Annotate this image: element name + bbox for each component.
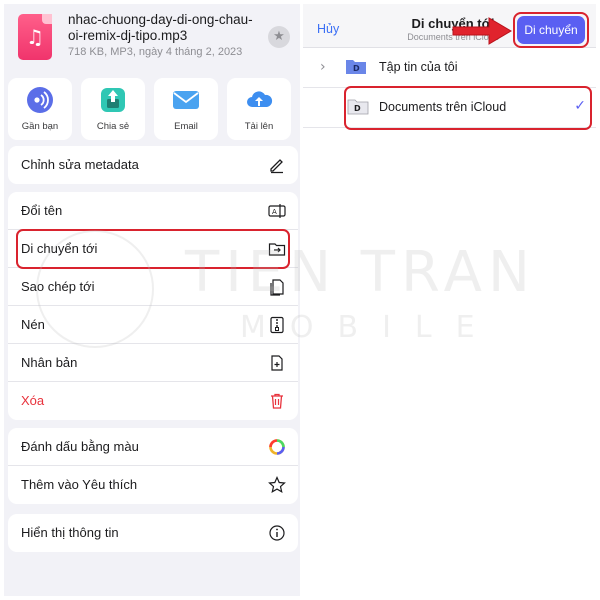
file-header: ♫ nhac-chuong-day-di-ong-chau-oi-remix-d… <box>4 4 300 74</box>
tag-group: Đánh dấu bằng màu Thêm vào Yêu thích <box>8 428 298 504</box>
mail-icon <box>173 91 199 109</box>
folder-my-files-label: Tập tin của tôi <box>379 60 458 74</box>
archive-icon <box>270 316 284 334</box>
menu-delete[interactable]: Xóa <box>8 382 298 420</box>
menu-edit-metadata-label: Chỉnh sửa metadata <box>21 157 139 172</box>
action-share-label: Chia sẻ <box>96 121 130 132</box>
action-email-label: Email <box>174 121 198 132</box>
file-name: nhac-chuong-day-di-ong-chau-oi-remix-dj-… <box>68 12 253 43</box>
star-outline-icon <box>268 476 286 494</box>
file-actions-sheet: ♫ nhac-chuong-day-di-ong-chau-oi-remix-d… <box>4 4 300 596</box>
rename-icon: A <box>268 204 286 218</box>
menu-duplicate-label: Nhân bản <box>21 355 78 370</box>
menu-add-favorite-label: Thêm vào Yêu thích <box>21 477 138 492</box>
icloud-folder-highlight <box>344 86 592 130</box>
share-icon <box>101 88 125 112</box>
action-upload-label: Tải lên <box>244 121 274 132</box>
action-upload[interactable]: Tải lên <box>227 78 291 140</box>
menu-edit-metadata[interactable]: Chỉnh sửa metadata <box>8 146 298 184</box>
svg-text:D: D <box>353 64 360 73</box>
music-file-icon: ♫ <box>18 14 52 60</box>
folder-icon: D <box>346 60 366 74</box>
folder-row-my-files[interactable]: › D Tập tin của tôi <box>303 48 596 88</box>
svg-text:A: A <box>272 208 277 216</box>
menu-show-info-label: Hiển thị thông tin <box>21 525 119 540</box>
favorite-star-icon[interactable]: ★ <box>268 26 290 48</box>
action-airdrop[interactable]: Gần bạn <box>8 78 72 140</box>
copy-icon <box>270 279 284 296</box>
trash-icon <box>271 393 283 409</box>
move-to-navbar: Hủy Di chuyển tới Documents trên iCloud … <box>303 4 596 48</box>
info-icon <box>269 525 285 541</box>
chevron-right-icon[interactable]: › <box>320 59 326 75</box>
action-email[interactable]: Email <box>154 78 218 140</box>
cancel-button[interactable]: Hủy <box>317 22 339 36</box>
menu-rename[interactable]: Đổi tên A <box>8 192 298 230</box>
cloud-upload-icon <box>247 91 273 107</box>
pencil-icon <box>270 159 283 174</box>
action-share[interactable]: Chia sẻ <box>81 78 145 140</box>
duplicate-icon <box>271 355 283 371</box>
action-airdrop-label: Gần bạn <box>21 121 59 132</box>
quick-actions: Gần bạn Chia sẻ Email Tải lên <box>8 78 298 140</box>
menu-show-info[interactable]: Hiển thị thông tin <box>8 514 298 552</box>
menu-compress-label: Nén <box>21 317 45 332</box>
color-wheel-icon <box>269 439 285 455</box>
menu-duplicate[interactable]: Nhân bản <box>8 344 298 382</box>
airdrop-icon <box>27 87 53 113</box>
menu-compress[interactable]: Nén <box>8 306 298 344</box>
move-button-highlight <box>513 12 589 48</box>
metadata-group: Chỉnh sửa metadata <box>8 146 298 184</box>
move-to-highlight <box>16 229 290 269</box>
menu-delete-label: Xóa <box>21 393 45 408</box>
menu-rename-label: Đổi tên <box>21 203 63 218</box>
menu-add-favorite[interactable]: Thêm vào Yêu thích <box>8 466 298 504</box>
file-meta: 718 KB, MP3, ngày 4 tháng 2, 2023 <box>68 46 243 58</box>
info-group: Hiển thị thông tin <box>8 514 298 552</box>
move-to-sheet: Hủy Di chuyển tới Documents trên iCloud … <box>303 4 596 596</box>
red-arrow-icon <box>452 17 512 45</box>
menu-color-tag-label: Đánh dấu bằng màu <box>21 439 139 454</box>
screenshot-frame: ♫ nhac-chuong-day-di-ong-chau-oi-remix-d… <box>0 0 600 600</box>
file-operations-group: Đổi tên A Di chuyển tới Sao chép tới Nén… <box>8 192 298 420</box>
menu-color-tag[interactable]: Đánh dấu bằng màu <box>8 428 298 466</box>
menu-copy-to[interactable]: Sao chép tới <box>8 268 298 306</box>
menu-copy-to-label: Sao chép tới <box>21 279 95 294</box>
